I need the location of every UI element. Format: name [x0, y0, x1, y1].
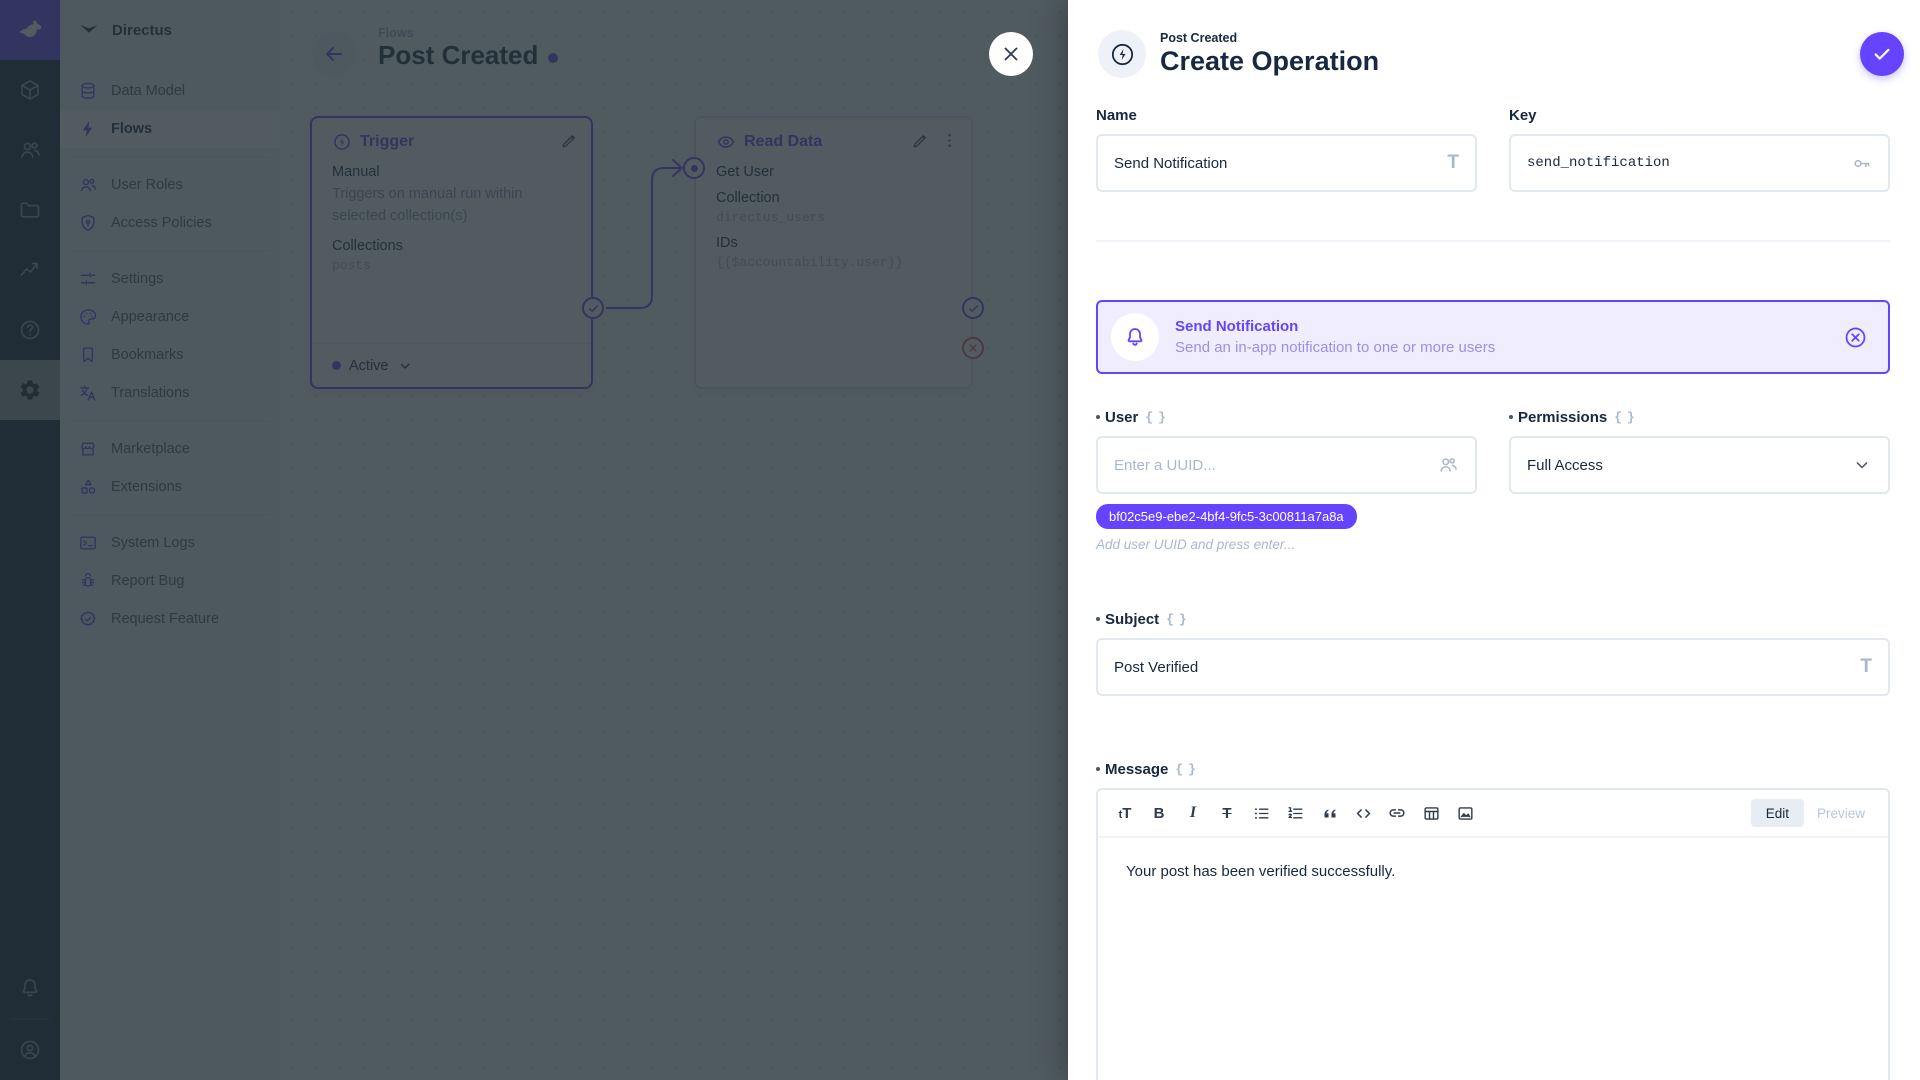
- toolbar-code-button[interactable]: [1346, 796, 1380, 830]
- toolbar-bullet-list-button[interactable]: [1244, 796, 1278, 830]
- edited-dot: [1096, 617, 1100, 621]
- title-icon: T: [1447, 152, 1459, 174]
- code-icon: [1354, 804, 1373, 823]
- table-icon: [1422, 804, 1441, 823]
- permissions-value: Full Access: [1527, 457, 1840, 474]
- toolbar-table-button[interactable]: [1414, 796, 1448, 830]
- directus-app: Directus Data ModelFlowsUser RolesAccess…: [0, 0, 1920, 1080]
- edited-dot: [1096, 767, 1100, 771]
- image-icon: [1456, 804, 1475, 823]
- operation-type-banner: Send Notification Send an in-app notific…: [1096, 300, 1890, 374]
- user-uuid-input[interactable]: [1114, 457, 1425, 474]
- key-input[interactable]: [1527, 155, 1839, 171]
- quote-icon: [1320, 804, 1339, 823]
- name-field: Name T: [1096, 104, 1477, 192]
- permissions-select[interactable]: Full Access: [1509, 436, 1890, 494]
- raw-value-toggle-icon[interactable]: { }: [1145, 410, 1167, 425]
- edited-dot: [1096, 415, 1100, 419]
- operation-header-icon-wrap: [1098, 30, 1146, 78]
- raw-value-toggle-icon[interactable]: { }: [1166, 612, 1188, 627]
- toolbar-bold-button[interactable]: B: [1142, 796, 1176, 830]
- create-operation-drawer: Post Created Create Operation Name T Key: [1068, 0, 1920, 1080]
- permissions-field: Permissions { } Full Access: [1509, 406, 1890, 552]
- drawer-breadcrumb: Post Created: [1160, 31, 1379, 45]
- close-drawer-button[interactable]: [989, 32, 1033, 76]
- banner-subtitle: Send an in-app notification to one or mo…: [1175, 339, 1495, 356]
- deselect-operation-icon[interactable]: [1843, 325, 1868, 350]
- notification-bell-icon: [1123, 325, 1147, 349]
- toolbar-strikethrough-button[interactable]: T: [1210, 796, 1244, 830]
- subject-field: Subject { } T: [1096, 608, 1890, 696]
- raw-value-toggle-icon[interactable]: { }: [1175, 762, 1197, 777]
- message-label: Message { }: [1096, 758, 1890, 780]
- toolbar-heading-button[interactable]: tT: [1108, 796, 1142, 830]
- section-divider: [1096, 240, 1890, 242]
- flow-bolt-icon: [1109, 41, 1136, 68]
- user-field: User { } bf02c5e9-ebe2-4bf4-9fc5-3c00811…: [1096, 406, 1477, 552]
- user-input-wrap: [1096, 436, 1477, 494]
- raw-value-toggle-icon[interactable]: { }: [1614, 410, 1636, 425]
- drawer-header: Post Created Create Operation: [1098, 30, 1379, 78]
- user-label: User { }: [1096, 406, 1477, 428]
- numbered-list-icon: [1286, 804, 1305, 823]
- banner-title: Send Notification: [1175, 318, 1495, 335]
- user-helper-text: Add user UUID and press enter...: [1096, 537, 1477, 552]
- toolbar-italic-button[interactable]: I: [1176, 796, 1210, 830]
- operation-form: Name T Key: [1096, 104, 1890, 1080]
- user-uuid-chip[interactable]: bf02c5e9-ebe2-4bf4-9fc5-3c00811a7a8a: [1096, 504, 1357, 529]
- chevron-down-icon: [1852, 455, 1872, 475]
- message-content[interactable]: Your post has been verified successfully…: [1098, 838, 1888, 905]
- subject-label: Subject { }: [1096, 608, 1890, 630]
- title-icon: T: [1860, 656, 1872, 678]
- check-icon: [1871, 43, 1893, 65]
- key-icon: [1851, 153, 1872, 174]
- banner-icon-wrap: [1111, 313, 1159, 361]
- subject-input-wrap: T: [1096, 638, 1890, 696]
- users-icon: [1437, 454, 1459, 476]
- permissions-label: Permissions { }: [1509, 406, 1890, 428]
- name-input[interactable]: [1114, 155, 1435, 172]
- toolbar-numbered-list-button[interactable]: [1278, 796, 1312, 830]
- name-label: Name: [1096, 104, 1477, 126]
- key-field: Key: [1509, 104, 1890, 192]
- toolbar-link-button[interactable]: [1380, 796, 1414, 830]
- preview-tab[interactable]: Preview: [1804, 799, 1878, 827]
- link-icon: [1387, 803, 1407, 823]
- subject-input[interactable]: [1114, 659, 1848, 676]
- markdown-editor: tTBIT Edit Preview Your post has been ver…: [1096, 788, 1890, 1080]
- drawer-header-text: Post Created Create Operation: [1160, 31, 1379, 77]
- banner-text: Send Notification Send an in-app notific…: [1175, 318, 1495, 356]
- save-button[interactable]: [1860, 32, 1904, 76]
- message-field: Message { } tTBIT Edit Preview Your post …: [1096, 758, 1890, 1080]
- edit-tab[interactable]: Edit: [1751, 799, 1804, 827]
- toolbar-image-button[interactable]: [1448, 796, 1482, 830]
- dim-overlay[interactable]: [0, 0, 1068, 1080]
- edited-dot: [1509, 415, 1513, 419]
- close-icon: [1000, 43, 1022, 65]
- bullet-list-icon: [1252, 804, 1271, 823]
- key-input-wrap: [1509, 134, 1890, 192]
- toolbar-quote-button[interactable]: [1312, 796, 1346, 830]
- name-input-wrap: T: [1096, 134, 1477, 192]
- editor-toolbar: tTBIT Edit Preview: [1098, 790, 1888, 838]
- drawer-title: Create Operation: [1160, 46, 1379, 77]
- key-label: Key: [1509, 104, 1890, 126]
